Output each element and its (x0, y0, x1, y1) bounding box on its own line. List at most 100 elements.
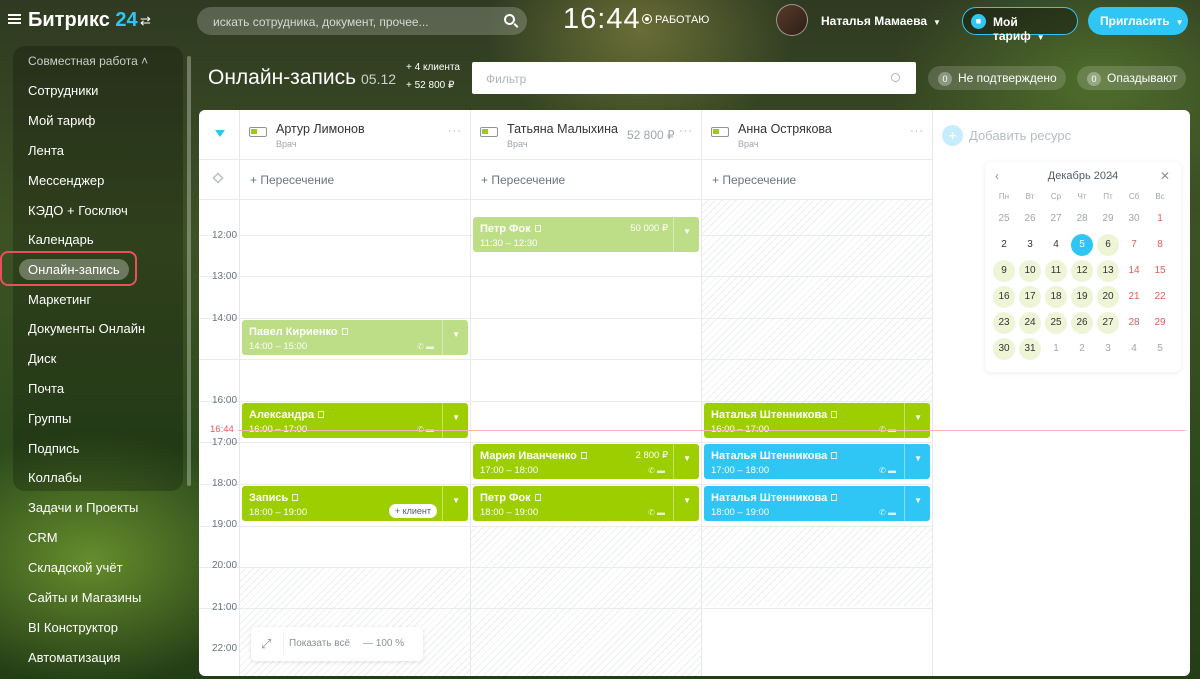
calendar-day[interactable]: 27 (1097, 312, 1119, 334)
calendar-day[interactable]: 29 (1097, 208, 1119, 230)
work-status-button[interactable]: РАБОТАЮ (642, 14, 709, 26)
calendar-day[interactable]: 19 (1071, 286, 1093, 308)
booking-card[interactable]: Наталья Штенникова 18:00 – 19:00 ✆ ▬ ▼ (704, 486, 930, 521)
invite-button[interactable]: Пригласить ▼ (1088, 7, 1188, 35)
calendar-day[interactable]: 3 (1097, 338, 1119, 360)
calendar-day[interactable]: 24 (1019, 312, 1041, 334)
booking-card[interactable]: Мария Иванченко 17:00 – 18:00 2 800 ₽ ✆ … (473, 444, 699, 479)
sidebar-item-calendar[interactable]: Календарь (28, 232, 94, 247)
intersection-button[interactable]: + Пересечение (712, 173, 796, 187)
logo[interactable]: Битрикс 24 (28, 9, 138, 32)
sidebar-scrollbar[interactable] (187, 56, 191, 486)
calendar-day[interactable]: 5 (1071, 234, 1093, 256)
calendar-day[interactable]: 1 (1045, 338, 1067, 360)
late-counter[interactable]: 0 Опаздывают (1077, 66, 1187, 90)
calendar-day[interactable]: 27 (1045, 208, 1067, 230)
zoom-level[interactable]: — 100 % (363, 638, 404, 649)
calendar-day[interactable]: 13 (1097, 260, 1119, 282)
search-icon[interactable] (504, 14, 515, 25)
calendar-day[interactable]: 9 (993, 260, 1015, 282)
calendar-day[interactable]: 30 (1123, 208, 1145, 230)
tariff-button[interactable]: ■ Мой тариф ▼ (962, 7, 1078, 43)
sidebar-item-warehouse[interactable]: Складской учёт (28, 560, 123, 575)
calendar-day[interactable]: 26 (1071, 312, 1093, 334)
intersection-button[interactable]: + Пересечение (481, 173, 565, 187)
sidebar-item-automation[interactable]: Автоматизация (28, 650, 120, 665)
calendar-day[interactable]: 1 (1149, 208, 1171, 230)
search-input[interactable]: искать сотрудника, документ, прочее... (197, 7, 527, 35)
sidebar-item-bi[interactable]: BI Конструктор (28, 620, 118, 635)
calendar-day[interactable]: 18 (1045, 286, 1067, 308)
calendar-day[interactable]: 11 (1045, 260, 1067, 282)
booking-card[interactable]: Наталья Штенникова 17:00 – 18:00 ✆ ▬ ▼ (704, 444, 930, 479)
filter-icon[interactable] (215, 130, 225, 137)
calendar-day[interactable]: 28 (1071, 208, 1093, 230)
sidebar-item-mail[interactable]: Почта (28, 381, 64, 396)
chevron-down-icon[interactable]: ▼ (452, 496, 460, 505)
booking-card[interactable]: Наталья Штенникова 16:00 – 17:00 ✆ ▬ ▼ (704, 403, 930, 438)
chevron-right-icon[interactable]: › (1109, 169, 1113, 183)
sidebar-item-tariff[interactable]: Мой тариф (28, 113, 95, 128)
search-icon[interactable] (891, 73, 900, 82)
chevron-down-icon[interactable]: ▼ (452, 330, 460, 339)
sidebar-item-sites[interactable]: Сайты и Магазины (28, 590, 141, 605)
sidebar-item-messenger[interactable]: Мессенджер (28, 173, 104, 188)
calendar-day[interactable]: 3 (1019, 234, 1041, 256)
calendar-day[interactable]: 5 (1149, 338, 1171, 360)
sidebar-item-crm[interactable]: CRM (28, 530, 58, 545)
calendar-day[interactable]: 14 (1123, 260, 1145, 282)
add-client-button[interactable]: + клиент (388, 504, 437, 518)
sidebar-item-groups[interactable]: Группы (28, 411, 71, 426)
sidebar-item-employees[interactable]: Сотрудники (28, 83, 98, 98)
sidebar-item-documents[interactable]: Документы Онлайн (28, 321, 145, 336)
calendar-day[interactable]: 21 (1123, 286, 1145, 308)
add-resource-button[interactable]: + Добавить ресурс (942, 125, 1071, 146)
sidebar-item-kedo[interactable]: КЭДО + Госключ (28, 203, 128, 218)
booking-card[interactable]: Петр Фок 18:00 – 19:00 ✆ ▬ ▼ (473, 486, 699, 521)
calendar-day[interactable]: 2 (1071, 338, 1093, 360)
sidebar-item-collabs[interactable]: Коллабы (28, 470, 82, 485)
chevron-down-icon[interactable]: ▼ (683, 227, 691, 236)
expand-icon[interactable]: ⤢ (261, 636, 271, 652)
calendar-day[interactable]: 31 (1019, 338, 1041, 360)
calendar-day[interactable]: 6 (1097, 234, 1119, 256)
resource-name[interactable]: Артур Лимонов (276, 122, 365, 136)
chevron-down-icon[interactable]: ▼ (914, 454, 922, 463)
calendar-day[interactable]: 2 (993, 234, 1015, 256)
show-all-button[interactable]: Показать всё (289, 638, 350, 649)
page-date[interactable]: 05.12 (361, 71, 396, 87)
booking-card[interactable]: Запись 18:00 – 19:00 + клиент ▼ (242, 486, 468, 521)
calendar-day[interactable]: 4 (1123, 338, 1145, 360)
chevron-down-icon[interactable]: ▼ (683, 496, 691, 505)
calendar-day[interactable]: 25 (993, 208, 1015, 230)
page-scrollbar[interactable] (1185, 420, 1188, 660)
calendar-day[interactable]: 22 (1149, 286, 1171, 308)
filter-input[interactable]: Фильтр (472, 62, 916, 94)
resource-name[interactable]: Анна Острякова (738, 122, 832, 136)
calendar-day[interactable]: 29 (1149, 312, 1171, 334)
chevron-down-icon[interactable]: ▼ (452, 413, 460, 422)
sidebar-group-toggle[interactable]: Совместная работа ˄ (28, 54, 148, 68)
calendar-day[interactable]: 28 (1123, 312, 1145, 334)
booking-card[interactable]: Петр Фок 11:30 – 12:30 50 000 ₽ ▼ (473, 217, 699, 252)
sidebar-item-disk[interactable]: Диск (28, 351, 56, 366)
calendar-day[interactable]: 4 (1045, 234, 1067, 256)
calendar-day[interactable]: 20 (1097, 286, 1119, 308)
intersection-button[interactable]: + Пересечение (250, 173, 334, 187)
chevron-down-icon[interactable]: ▼ (914, 413, 922, 422)
more-icon[interactable]: ··· (679, 125, 693, 137)
sidebar-item-sign[interactable]: Подпись (28, 441, 79, 456)
avatar[interactable] (776, 4, 808, 36)
calendar-day[interactable]: 30 (993, 338, 1015, 360)
booking-card[interactable]: Павел Кириенко 14:00 – 15:00 ✆ ▬ ▼ (242, 320, 468, 355)
booking-card[interactable]: Александра 16:00 – 17:00 ✆ ▬ ▼ (242, 403, 468, 438)
menu-icon[interactable] (8, 14, 21, 24)
calendar-day[interactable]: 25 (1045, 312, 1067, 334)
sidebar-item-tasks[interactable]: Задачи и Проекты (28, 500, 138, 515)
calendar-day[interactable]: 17 (1019, 286, 1041, 308)
collapse-icon[interactable]: ✕ (1160, 169, 1170, 183)
settings-sliders-icon[interactable]: ⇄ (140, 13, 151, 29)
more-icon[interactable]: ··· (448, 125, 462, 137)
sidebar-item-marketing[interactable]: Маркетинг (28, 292, 91, 307)
calendar-day[interactable]: 16 (993, 286, 1015, 308)
